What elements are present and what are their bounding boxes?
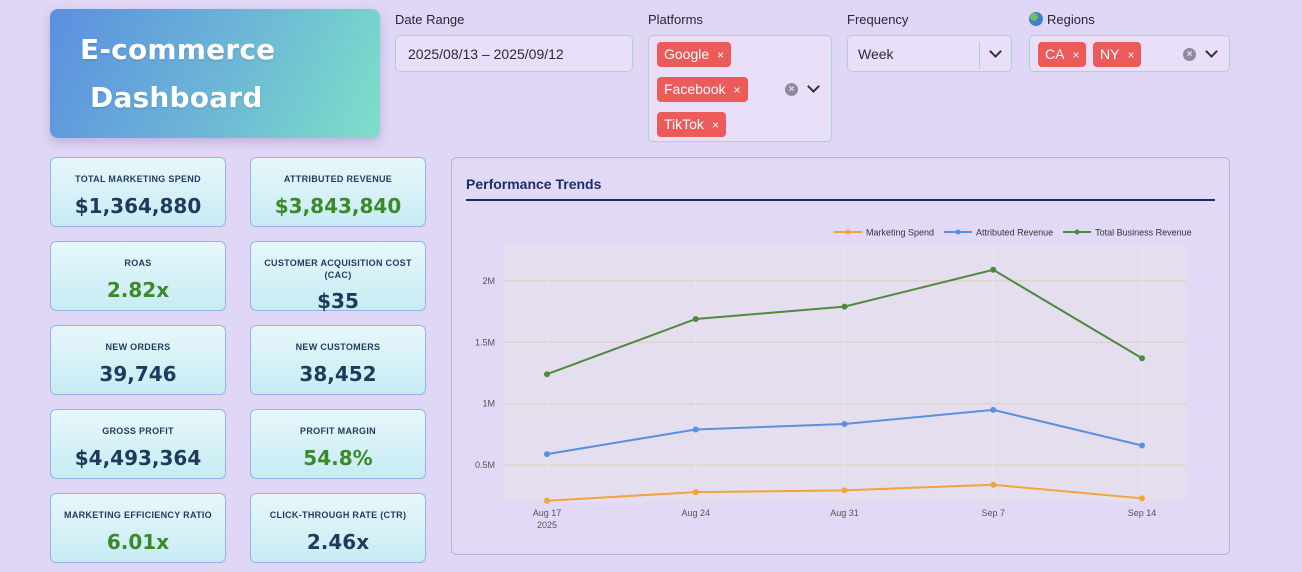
date-range-input[interactable]: 2025/08/13 – 2025/09/12 (395, 35, 633, 72)
region-chip-ca[interactable]: CA × (1038, 42, 1087, 67)
kpi-label: ATTRIBUTED REVENUE (283, 174, 393, 184)
kpi-value: 2.82x (106, 278, 170, 302)
data-point (544, 497, 550, 504)
dashboard-title-line-2: Dashboard (90, 81, 263, 114)
data-point (841, 420, 848, 427)
region-chip-label: NY (1100, 46, 1120, 62)
kpi-card-new-orders: NEW ORDERS 39,746 (50, 325, 226, 395)
kpi-label: PROFIT MARGIN (300, 426, 376, 436)
frequency-select[interactable]: Week (847, 35, 1012, 72)
data-point (544, 451, 550, 458)
kpi-value: 2.46x (306, 530, 370, 554)
frequency-label: Frequency (847, 12, 909, 27)
frequency-value: Week (858, 46, 894, 62)
chevron-down-icon[interactable] (1205, 45, 1218, 58)
kpi-label: GROSS PROFIT (102, 426, 174, 436)
platforms-label: Platforms (648, 12, 703, 27)
regions-label: Regions (1029, 12, 1095, 27)
x-year-label: 2025 (537, 520, 557, 530)
clear-all-icon[interactable]: × (785, 83, 798, 96)
kpi-card-profit-margin: PROFIT MARGIN 54.8% (250, 409, 426, 479)
select-separator (979, 42, 980, 69)
dashboard-title-line-1: E-commerce (80, 33, 276, 66)
kpi-card-marketing-efficiency-ratio: MARKETING EFFICIENCY RATIO 6.01x (50, 493, 226, 563)
data-point (692, 489, 699, 496)
data-point (1139, 442, 1145, 449)
performance-trends-panel: Performance Trends 0.5M 1M 1.5M 2M Aug 17 Aug… (451, 157, 1230, 555)
x-tick-label: Sep 14 (1128, 508, 1157, 518)
remove-chip-icon[interactable]: × (717, 48, 724, 62)
kpi-label: NEW ORDERS (105, 342, 171, 352)
chevron-down-icon[interactable] (989, 45, 1002, 58)
kpi-card-gross-profit: GROSS PROFIT $4,493,364 (50, 409, 226, 479)
kpi-value: 54.8% (303, 446, 373, 470)
kpi-value: $1,364,880 (74, 194, 202, 218)
legend-marker (845, 229, 851, 235)
kpi-label: CUSTOMER ACQUISITION COST (CAC) (264, 258, 412, 280)
data-point (841, 303, 848, 310)
date-range-label: Date Range (395, 12, 465, 27)
kpi-card-new-customers: NEW CUSTOMERS 38,452 (250, 325, 426, 395)
region-chip-label: CA (1045, 46, 1065, 62)
kpi-value: 39,746 (99, 362, 177, 386)
kpi-label: CLICK-THROUGH RATE (CTR) (269, 510, 407, 520)
kpi-value: 38,452 (299, 362, 377, 386)
data-point (990, 481, 997, 488)
x-tick-label: Sep 7 (981, 508, 1005, 518)
x-tick-label: Aug 24 (681, 508, 710, 518)
kpi-card-ctr: CLICK-THROUGH RATE (CTR) 2.46x (250, 493, 426, 563)
x-tick-label: Aug 17 (533, 508, 562, 518)
regions-multiselect[interactable]: CA × NY × × (1029, 35, 1230, 72)
kpi-card-roas: ROAS 2.82x (50, 241, 226, 311)
globe-icon (1029, 12, 1043, 26)
remove-chip-icon[interactable]: × (733, 83, 740, 97)
platform-chip-google[interactable]: Google × (657, 42, 732, 67)
date-range-value: 2025/08/13 – 2025/09/12 (408, 46, 564, 62)
kpi-label: MARKETING EFFICIENCY RATIO (64, 510, 212, 520)
dashboard-title-card: E-commerce Dashboard (50, 9, 380, 138)
data-point (544, 371, 550, 378)
kpi-card-attributed-revenue: ATTRIBUTED REVENUE $3,843,840 (250, 157, 426, 227)
region-chip-ny[interactable]: NY × (1093, 42, 1142, 67)
data-point (692, 426, 699, 433)
y-tick-label: 0.5M (475, 460, 495, 470)
kpi-value: 6.01x (106, 530, 170, 554)
platform-chip-label: Facebook (664, 81, 726, 97)
kpi-label: TOTAL MARKETING SPEND (75, 174, 201, 184)
y-tick-label: 2M (482, 276, 495, 286)
y-tick-label: 1M (482, 399, 495, 409)
platforms-multiselect[interactable]: Google × Facebook × TikTok × × (648, 35, 832, 142)
data-point (990, 266, 997, 273)
data-point (990, 406, 997, 413)
chevron-down-icon[interactable] (807, 80, 820, 93)
platform-chip-label: TikTok (664, 116, 704, 132)
legend-label: Marketing Spend (866, 228, 934, 238)
platform-chip-label: Google (664, 46, 710, 62)
remove-chip-icon[interactable]: × (712, 118, 719, 132)
legend-marker (955, 229, 961, 235)
legend-label: Attributed Revenue (976, 228, 1053, 238)
kpi-card-total-marketing-spend: TOTAL MARKETING SPEND $1,364,880 (50, 157, 226, 227)
kpi-label: ROAS (124, 258, 152, 268)
x-tick-label: Aug 31 (830, 508, 859, 518)
platform-chip-tiktok[interactable]: TikTok × (657, 112, 726, 137)
kpi-value: $35 (317, 289, 359, 313)
y-tick-label: 1.5M (475, 337, 495, 347)
kpi-card-cac: CUSTOMER ACQUISITION COST (CAC) $35 (250, 241, 426, 313)
data-point (692, 315, 699, 322)
clear-all-icon[interactable]: × (1183, 48, 1196, 61)
remove-chip-icon[interactable]: × (1072, 48, 1079, 62)
kpi-value: $4,493,364 (74, 446, 202, 470)
data-point (841, 487, 848, 494)
performance-trends-chart[interactable]: 0.5M 1M 1.5M 2M Aug 17 Aug 24 Aug 31 Sep 7 Sep 1… (452, 158, 1231, 556)
remove-chip-icon[interactable]: × (1127, 48, 1134, 62)
platform-chip-facebook[interactable]: Facebook × (657, 77, 748, 102)
data-point (1139, 495, 1145, 502)
kpi-label: NEW CUSTOMERS (295, 342, 381, 352)
legend-label: Total Business Revenue (1095, 228, 1192, 238)
data-point (1139, 355, 1145, 362)
legend-marker (1074, 229, 1080, 235)
kpi-value: $3,843,840 (274, 194, 402, 218)
